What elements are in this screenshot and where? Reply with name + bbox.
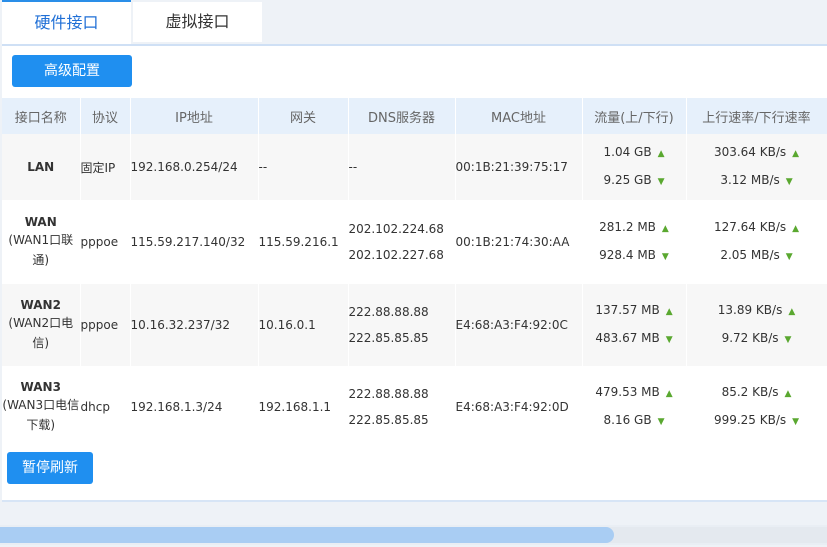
traffic-down: 8.16 GB xyxy=(603,413,652,427)
col-header-dns: DNS服务器 xyxy=(348,98,456,134)
interface-name: WAN3 xyxy=(20,380,61,394)
interface-name-cell: LAN xyxy=(2,134,81,200)
rate-up: 85.2 KB/s xyxy=(721,385,779,399)
traffic-cell: 281.2 MB ▲ 928.4 MB ▼ xyxy=(582,200,687,284)
dns-cell: -- xyxy=(348,134,456,200)
table-row: WAN3 (WAN3口电信下载) dhcp 192.168.1.3/24 192… xyxy=(2,366,827,448)
dns-primary: 202.102.224.68 xyxy=(348,222,444,236)
interface-name-cell: WAN3 (WAN3口电信下载) xyxy=(2,366,81,448)
protocol-cell: dhcp xyxy=(80,366,131,448)
gateway-cell: 115.59.216.1 xyxy=(258,200,349,284)
advanced-config-button[interactable]: 高级配置 xyxy=(12,55,132,87)
col-header-name: 接口名称 xyxy=(2,98,81,134)
rate-cell: 127.64 KB/s ▲ 2.05 MB/s ▼ xyxy=(686,200,827,284)
rate-down: 9.72 KB/s xyxy=(721,331,779,345)
pause-refresh-button[interactable]: 暂停刷新 xyxy=(7,452,93,484)
traffic-down: 483.67 MB xyxy=(595,331,660,345)
interfaces-table: 接口名称 协议 IP地址 网关 DNS服务器 MAC地址 流量(上/下行) 上行… xyxy=(2,98,827,448)
arrow-down-icon: ▼ xyxy=(784,335,792,345)
arrow-up-icon: ▲ xyxy=(792,149,800,159)
dns-primary: 222.88.88.88 xyxy=(348,387,429,401)
rate-up: 13.89 KB/s xyxy=(717,303,783,317)
dns-secondary: 222.85.85.85 xyxy=(348,413,429,427)
arrow-up-icon: ▲ xyxy=(784,389,792,399)
dns-cell: 222.88.88.88 222.85.85.85 xyxy=(348,284,456,366)
traffic-cell: 479.53 MB ▲ 8.16 GB ▼ xyxy=(582,366,687,448)
arrow-up-icon: ▲ xyxy=(665,389,673,399)
table-row: WAN2 (WAN2口电信) pppoe 10.16.32.237/32 10.… xyxy=(2,284,827,366)
gateway-cell: 192.168.1.1 xyxy=(258,366,349,448)
horizontal-scrollbar[interactable] xyxy=(0,525,827,545)
gateway-cell: -- xyxy=(258,134,349,200)
ip-cell: 115.59.217.140/32 xyxy=(130,200,259,284)
dns-primary: 222.88.88.88 xyxy=(348,305,429,319)
rate-cell: 13.89 KB/s ▲ 9.72 KB/s ▼ xyxy=(686,284,827,366)
traffic-down: 9.25 GB xyxy=(603,173,652,187)
dns-cell: 202.102.224.68 202.102.227.68 xyxy=(348,200,456,284)
rate-cell: 85.2 KB/s ▲ 999.25 KB/s ▼ xyxy=(686,366,827,448)
mac-cell: E4:68:A3:F4:92:0C xyxy=(455,284,583,366)
rate-up: 303.64 KB/s xyxy=(713,145,787,159)
scrollbar-thumb[interactable] xyxy=(0,527,614,543)
mac-cell: 00:1B:21:74:30:AA xyxy=(455,200,583,284)
dns-secondary: 202.102.227.68 xyxy=(348,248,444,262)
arrow-down-icon: ▼ xyxy=(785,177,793,187)
arrow-up-icon: ▲ xyxy=(792,224,800,234)
interface-description: (WAN1口联通) xyxy=(8,233,74,267)
traffic-up: 137.57 MB xyxy=(595,303,660,317)
tab-virtual-interfaces[interactable]: 虚拟接口 xyxy=(133,2,262,42)
dns-secondary: 222.85.85.85 xyxy=(348,331,429,345)
gateway-cell: 10.16.0.1 xyxy=(258,284,349,366)
col-header-traffic: 流量(上/下行) xyxy=(582,98,687,134)
interface-name-cell: WAN (WAN1口联通) xyxy=(2,200,81,284)
interface-description: (WAN2口电信) xyxy=(8,316,74,350)
arrow-down-icon: ▼ xyxy=(657,417,665,427)
rate-down: 2.05 MB/s xyxy=(720,248,780,262)
protocol-cell: pppoe xyxy=(80,200,131,284)
arrow-down-icon: ▼ xyxy=(657,177,665,187)
interface-description: (WAN3口电信下载) xyxy=(2,398,80,432)
dns-cell: 222.88.88.88 222.85.85.85 xyxy=(348,366,456,448)
arrow-down-icon: ▼ xyxy=(661,252,669,262)
ip-cell: 192.168.1.3/24 xyxy=(130,366,259,448)
table-header-row: 接口名称 协议 IP地址 网关 DNS服务器 MAC地址 流量(上/下行) 上行… xyxy=(2,98,827,134)
rate-cell: 303.64 KB/s ▲ 3.12 MB/s ▼ xyxy=(686,134,827,200)
traffic-down: 928.4 MB xyxy=(599,248,656,262)
table-row: LAN 固定IP 192.168.0.254/24 -- -- 00:1B:21… xyxy=(2,134,827,200)
traffic-up: 281.2 MB xyxy=(599,220,656,234)
col-header-rate: 上行速率/下行速率 xyxy=(686,98,827,134)
interface-name: LAN xyxy=(27,160,55,174)
ip-cell: 192.168.0.254/24 xyxy=(130,134,259,200)
protocol-cell: pppoe xyxy=(80,284,131,366)
col-header-gateway: 网关 xyxy=(258,98,349,134)
interface-name: WAN2 xyxy=(20,298,61,312)
arrow-down-icon: ▼ xyxy=(785,252,793,262)
arrow-up-icon: ▲ xyxy=(665,307,673,317)
col-header-protocol: 协议 xyxy=(80,98,131,134)
arrow-up-icon: ▲ xyxy=(657,149,665,159)
col-header-ip: IP地址 xyxy=(130,98,259,134)
traffic-cell: 137.57 MB ▲ 483.67 MB ▼ xyxy=(582,284,687,366)
mac-cell: E4:68:A3:F4:92:0D xyxy=(455,366,583,448)
protocol-cell: 固定IP xyxy=(80,134,131,200)
interfaces-panel: 高级配置 接口名称 协议 IP地址 网关 DNS服务器 MAC地址 流量(上/下… xyxy=(2,44,827,502)
rate-down: 3.12 MB/s xyxy=(720,173,780,187)
col-header-mac: MAC地址 xyxy=(455,98,583,134)
traffic-up: 1.04 GB xyxy=(603,145,652,159)
tab-hardware-interfaces[interactable]: 硬件接口 xyxy=(2,0,131,46)
traffic-cell: 1.04 GB ▲ 9.25 GB ▼ xyxy=(582,134,687,200)
mac-cell: 00:1B:21:39:75:17 xyxy=(455,134,583,200)
ip-cell: 10.16.32.237/32 xyxy=(130,284,259,366)
arrow-up-icon: ▲ xyxy=(661,224,669,234)
table-row: WAN (WAN1口联通) pppoe 115.59.217.140/32 11… xyxy=(2,200,827,284)
tab-bar: 硬件接口 虚拟接口 xyxy=(0,0,827,46)
rate-down: 999.25 KB/s xyxy=(713,413,787,427)
arrow-up-icon: ▲ xyxy=(788,307,796,317)
traffic-up: 479.53 MB xyxy=(595,385,660,399)
interface-name: WAN xyxy=(24,215,57,229)
arrow-down-icon: ▼ xyxy=(665,335,673,345)
rate-up: 127.64 KB/s xyxy=(713,220,787,234)
interface-name-cell: WAN2 (WAN2口电信) xyxy=(2,284,81,366)
arrow-down-icon: ▼ xyxy=(792,417,800,427)
